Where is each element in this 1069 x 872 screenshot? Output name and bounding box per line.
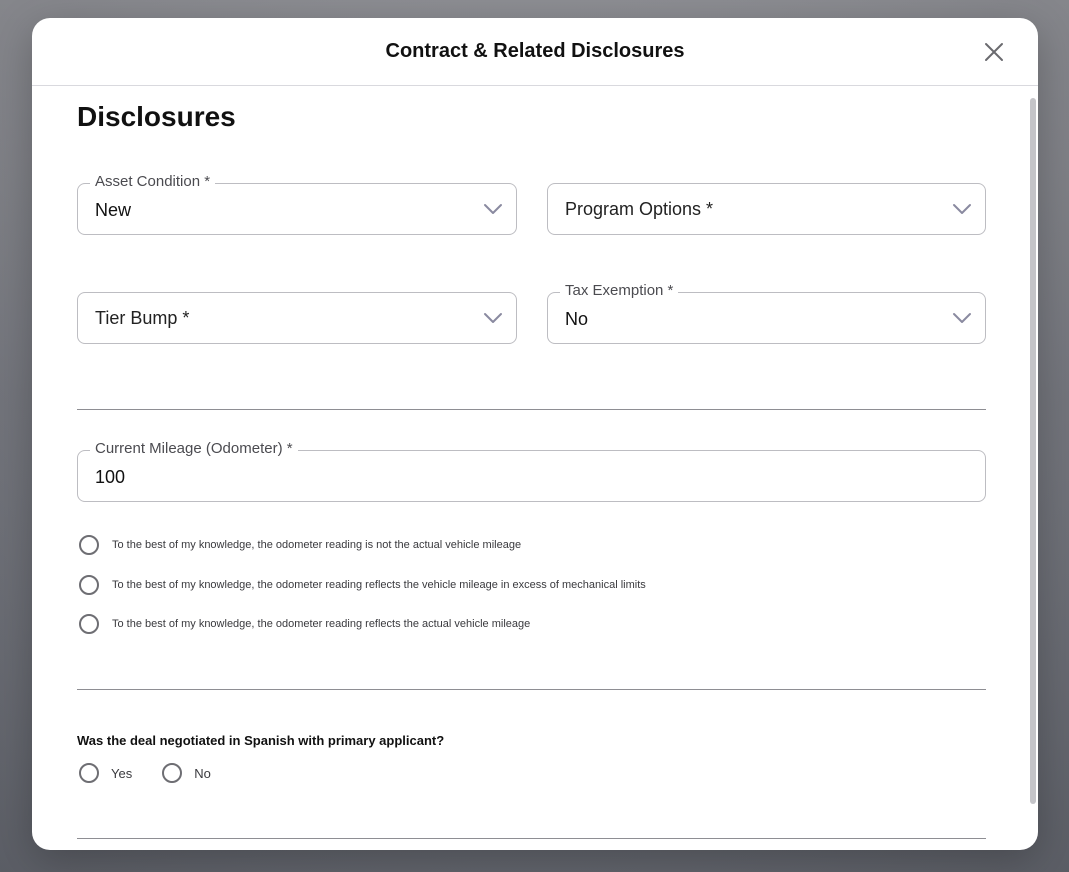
tax-exemption-select[interactable]: Tax Exemption * No	[547, 282, 986, 344]
modal-header: Contract & Related Disclosures	[32, 18, 1038, 86]
no-label: No	[194, 765, 211, 781]
modal-title: Contract & Related Disclosures	[385, 40, 685, 62]
odometer-option-actual[interactable]: To the best of my knowledge, the odomete…	[79, 614, 530, 634]
radio-button[interactable]	[79, 535, 99, 555]
program-options-placeholder: Program Options *	[565, 199, 714, 219]
tier-bump-select[interactable]: Tier Bump *	[77, 292, 517, 344]
scrollbar-thumb[interactable]	[1030, 98, 1036, 804]
section-divider	[77, 689, 986, 690]
close-button[interactable]	[980, 38, 1008, 66]
radio-button[interactable]	[79, 575, 99, 595]
section-divider	[77, 409, 986, 410]
current-mileage-value: 100	[95, 467, 126, 487]
odometer-option-excess-limits[interactable]: To the best of my knowledge, the odomete…	[79, 575, 646, 595]
chevron-down-icon	[953, 204, 971, 214]
asset-condition-select[interactable]: Asset Condition * New	[77, 173, 517, 235]
program-options-select[interactable]: Program Options *	[547, 183, 986, 235]
odometer-option-label: To the best of my knowledge, the odomete…	[112, 539, 522, 551]
radio-button[interactable]	[162, 763, 183, 783]
spanish-no-option[interactable]: No	[162, 763, 211, 783]
section-title: Disclosures	[77, 101, 236, 132]
current-mileage-input[interactable]: Current Mileage (Odometer) * 100	[77, 440, 986, 502]
modal-body[interactable]: Disclosures Asset Condition * New Progra…	[32, 87, 1038, 850]
tax-exemption-label: Tax Exemption *	[560, 282, 679, 299]
chevron-down-icon	[484, 313, 502, 323]
yes-label: Yes	[111, 765, 133, 781]
asset-condition-label: Asset Condition *	[90, 173, 216, 190]
disclosures-modal: Contract & Related Disclosures Disclosur…	[32, 18, 1038, 850]
current-mileage-label: Current Mileage (Odometer) *	[90, 440, 298, 457]
section-divider	[77, 838, 986, 839]
odometer-option-not-actual[interactable]: To the best of my knowledge, the odomete…	[79, 535, 521, 555]
chevron-down-icon	[484, 204, 502, 214]
asset-condition-value: New	[95, 200, 132, 220]
close-icon	[985, 43, 1003, 61]
tier-bump-placeholder: Tier Bump *	[95, 308, 190, 328]
spanish-negotiation-radio-group: Yes No	[79, 763, 241, 783]
spanish-negotiation-question: Was the deal negotiated in Spanish with …	[77, 733, 445, 748]
spanish-yes-option[interactable]: Yes	[79, 763, 132, 783]
radio-button[interactable]	[79, 614, 99, 634]
radio-button[interactable]	[79, 763, 99, 783]
odometer-option-label: To the best of my knowledge, the odomete…	[112, 618, 531, 630]
odometer-option-label: To the best of my knowledge, the odomete…	[112, 579, 646, 591]
chevron-down-icon	[953, 313, 971, 323]
tax-exemption-value: No	[565, 309, 589, 329]
